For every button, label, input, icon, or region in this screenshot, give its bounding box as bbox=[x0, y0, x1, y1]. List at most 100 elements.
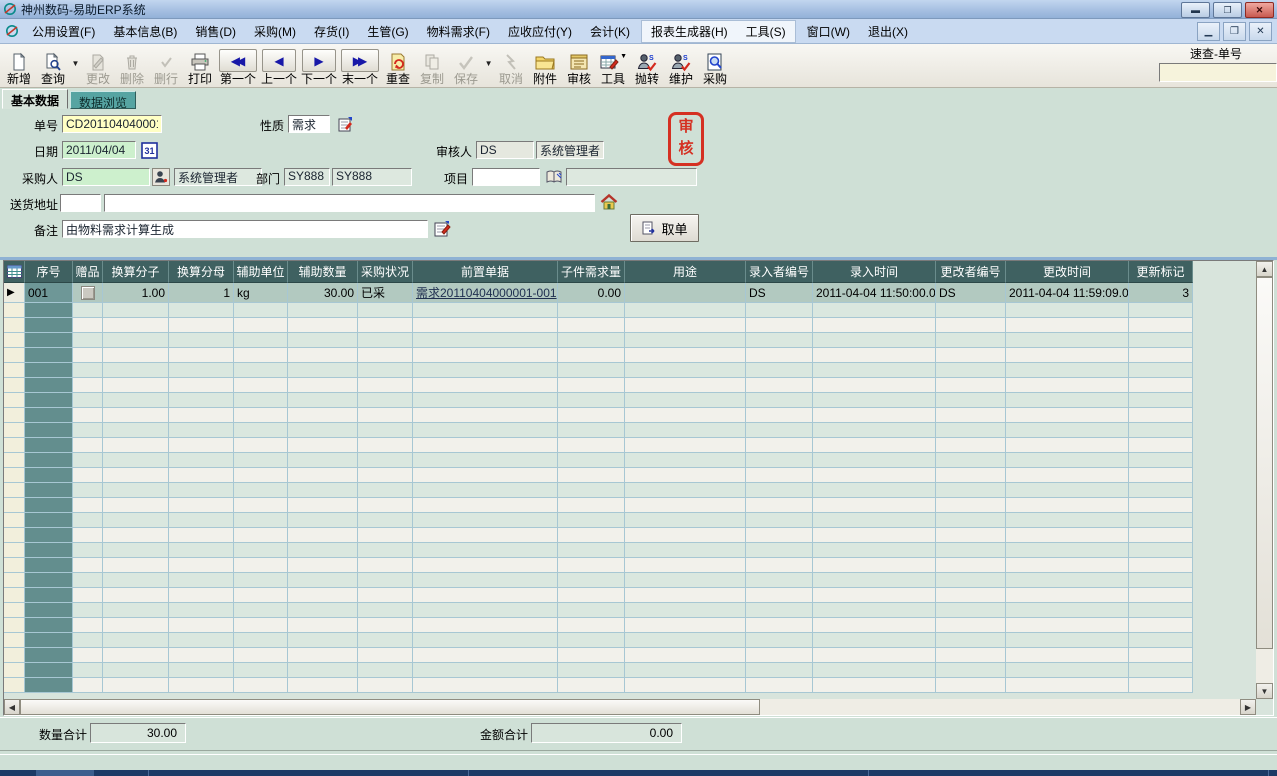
cell-14[interactable]: 2011-04-04 11:59:09.0 bbox=[1006, 283, 1129, 303]
cell-1[interactable] bbox=[25, 498, 73, 513]
cell-10[interactable] bbox=[625, 513, 746, 528]
cell-11[interactable] bbox=[746, 678, 813, 693]
cell-11[interactable] bbox=[746, 303, 813, 318]
cell-5[interactable] bbox=[234, 438, 288, 453]
cell-4[interactable] bbox=[169, 678, 234, 693]
cell-1[interactable] bbox=[25, 393, 73, 408]
cell-14[interactable] bbox=[1006, 633, 1129, 648]
cell-11[interactable] bbox=[746, 573, 813, 588]
cell-1[interactable] bbox=[25, 408, 73, 423]
cell-12[interactable] bbox=[813, 363, 936, 378]
empty-table-row[interactable] bbox=[4, 588, 1256, 603]
cell-2[interactable] bbox=[73, 603, 103, 618]
menu-item-tools[interactable]: 工具(S) bbox=[737, 20, 795, 43]
audit-button[interactable]: 审核 bbox=[562, 45, 596, 86]
project-code-input[interactable] bbox=[472, 168, 540, 186]
cell-12[interactable] bbox=[813, 453, 936, 468]
cell-3[interactable] bbox=[103, 393, 169, 408]
cell-13[interactable] bbox=[936, 633, 1006, 648]
restore-button[interactable]: ❐ bbox=[1213, 2, 1242, 18]
cell-8[interactable] bbox=[413, 513, 558, 528]
scroll-up-icon[interactable]: ▲ bbox=[1256, 261, 1273, 277]
cell-4[interactable] bbox=[169, 648, 234, 663]
cell-9[interactable] bbox=[558, 468, 625, 483]
cell-2[interactable] bbox=[73, 543, 103, 558]
cell-7[interactable] bbox=[358, 603, 413, 618]
cell-14[interactable] bbox=[1006, 588, 1129, 603]
cell-13[interactable] bbox=[936, 438, 1006, 453]
cell-10[interactable] bbox=[625, 378, 746, 393]
cell-13[interactable] bbox=[936, 663, 1006, 678]
cell-2[interactable] bbox=[73, 678, 103, 693]
cell-7[interactable] bbox=[358, 663, 413, 678]
cell-10[interactable] bbox=[625, 588, 746, 603]
cell-14[interactable] bbox=[1006, 378, 1129, 393]
cell-9[interactable] bbox=[558, 483, 625, 498]
cell-2[interactable] bbox=[73, 348, 103, 363]
cell-12[interactable] bbox=[813, 543, 936, 558]
cell-11[interactable] bbox=[746, 498, 813, 513]
cell-5[interactable] bbox=[234, 558, 288, 573]
cell-15[interactable] bbox=[1129, 543, 1193, 558]
empty-table-row[interactable] bbox=[4, 483, 1256, 498]
vertical-scroll-thumb[interactable] bbox=[1256, 277, 1273, 649]
cell-15[interactable] bbox=[1129, 558, 1193, 573]
cell-3[interactable] bbox=[103, 363, 169, 378]
cell-8[interactable] bbox=[413, 483, 558, 498]
cell-7[interactable] bbox=[358, 483, 413, 498]
cell-2[interactable] bbox=[73, 378, 103, 393]
cell-14[interactable] bbox=[1006, 393, 1129, 408]
tools-dropdown-arrow[interactable]: ▼ bbox=[620, 50, 627, 64]
nature-input[interactable] bbox=[288, 115, 330, 133]
cell-5[interactable] bbox=[234, 603, 288, 618]
cell-15[interactable]: 3 bbox=[1129, 283, 1193, 303]
cell-7[interactable] bbox=[358, 543, 413, 558]
cell-9[interactable] bbox=[558, 543, 625, 558]
cell-4[interactable] bbox=[169, 318, 234, 333]
cell-9[interactable] bbox=[558, 618, 625, 633]
cell-6[interactable] bbox=[288, 543, 358, 558]
cell-14[interactable] bbox=[1006, 648, 1129, 663]
cell-6[interactable] bbox=[288, 423, 358, 438]
cell-2[interactable] bbox=[73, 318, 103, 333]
empty-table-row[interactable] bbox=[4, 423, 1256, 438]
nature-note-icon[interactable] bbox=[336, 115, 354, 133]
cell-6[interactable] bbox=[288, 438, 358, 453]
cell-1[interactable] bbox=[25, 648, 73, 663]
cell-9[interactable] bbox=[558, 603, 625, 618]
cell-13[interactable]: DS bbox=[936, 283, 1006, 303]
cell-12[interactable] bbox=[813, 603, 936, 618]
menu-item-material-requirements[interactable]: 物料需求(F) bbox=[418, 20, 499, 43]
empty-table-row[interactable] bbox=[4, 408, 1256, 423]
cell-1[interactable] bbox=[25, 483, 73, 498]
requery-button[interactable]: 重查 bbox=[381, 45, 415, 86]
cell-3[interactable] bbox=[103, 513, 169, 528]
cell-10[interactable] bbox=[625, 393, 746, 408]
cell-9[interactable] bbox=[558, 513, 625, 528]
delete-row-button[interactable]: 删行 bbox=[149, 45, 183, 86]
column-header-4[interactable]: 换算分母 bbox=[169, 261, 234, 283]
menu-item-purchase[interactable]: 采购(M) bbox=[245, 20, 305, 43]
cell-6[interactable] bbox=[288, 348, 358, 363]
cell-15[interactable] bbox=[1129, 378, 1193, 393]
column-header-2[interactable]: 赠品 bbox=[73, 261, 103, 283]
print-button[interactable]: 打印 bbox=[183, 45, 217, 86]
cell-1[interactable] bbox=[25, 603, 73, 618]
cell-3[interactable] bbox=[103, 348, 169, 363]
cell-10[interactable] bbox=[625, 303, 746, 318]
cell-11[interactable] bbox=[746, 603, 813, 618]
cell-12[interactable] bbox=[813, 348, 936, 363]
cell-1[interactable] bbox=[25, 363, 73, 378]
cell-13[interactable] bbox=[936, 678, 1006, 693]
cell-6[interactable] bbox=[288, 333, 358, 348]
purchaser-person-icon[interactable] bbox=[152, 168, 170, 186]
cell-8[interactable] bbox=[413, 333, 558, 348]
cell-3[interactable] bbox=[103, 648, 169, 663]
calendar-icon[interactable]: 31 bbox=[140, 141, 158, 159]
source-doc-link[interactable]: 需求20110404000001-001 bbox=[416, 284, 557, 301]
cell-7[interactable] bbox=[358, 423, 413, 438]
cell-14[interactable] bbox=[1006, 348, 1129, 363]
query-dropdown-arrow[interactable]: ▼ bbox=[70, 45, 81, 86]
cell-12[interactable] bbox=[813, 303, 936, 318]
project-lookup-book-icon[interactable] bbox=[545, 168, 563, 186]
